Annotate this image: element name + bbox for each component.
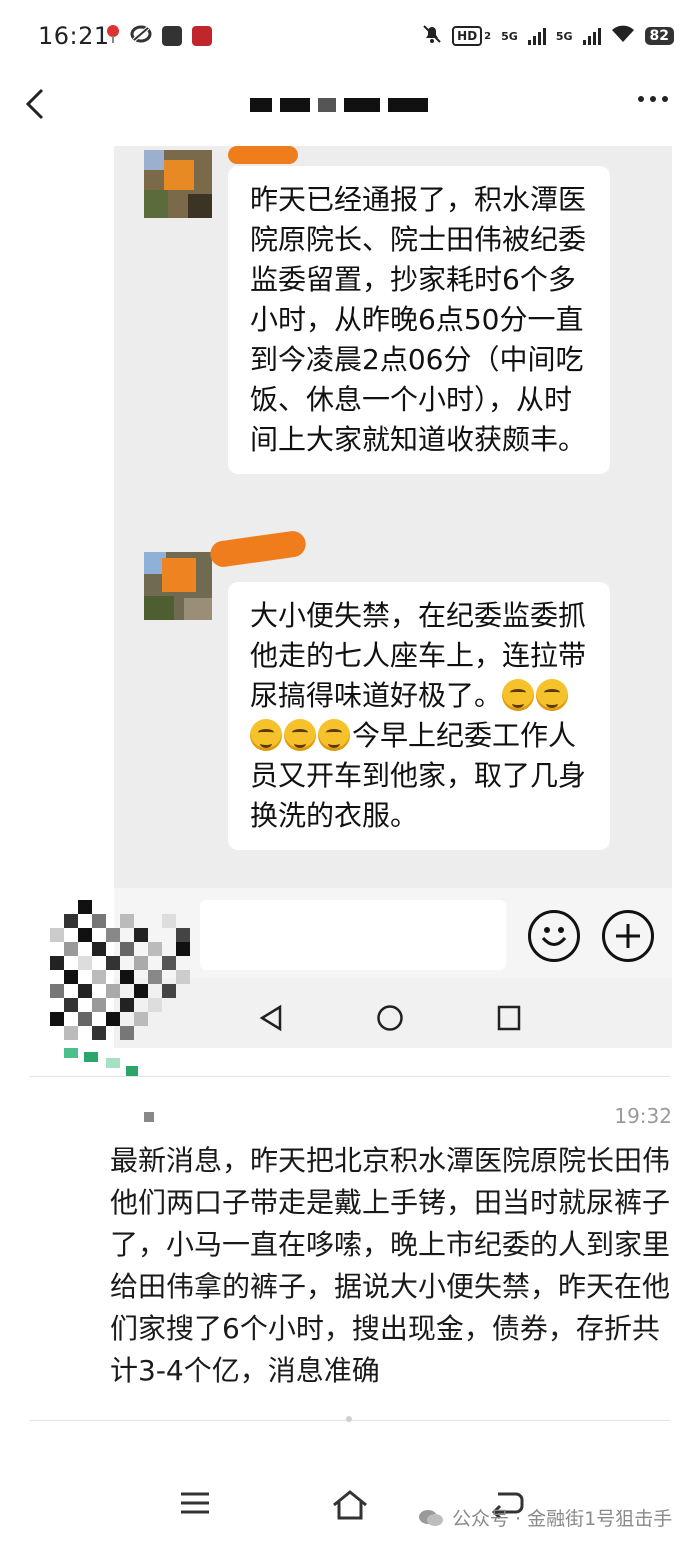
smiley-icon: [541, 927, 567, 946]
notification-icons: [106, 24, 212, 48]
plus-circle-icon: [616, 924, 640, 948]
thinking-emoji-icon: [284, 719, 316, 751]
location-pin-icon: [106, 24, 120, 48]
status-right: HD 2 5G 5G 82: [422, 24, 674, 48]
divider: [30, 1076, 670, 1077]
battery-level: 82: [644, 27, 674, 45]
page-indicator-dot: [346, 1416, 352, 1422]
thinking-emoji-icon: [536, 679, 569, 711]
square-recent-icon: [496, 1004, 522, 1036]
pixelated-avatar: [44, 900, 194, 1080]
bank-app-icon: [192, 26, 212, 46]
mute-bell-icon: [422, 24, 442, 48]
link-app-icon: [130, 24, 152, 48]
hd-badge: HD: [452, 26, 483, 46]
watermark-text: 公众号 · 金融街1号狙击手: [452, 1508, 673, 1530]
hd-sub: 2: [484, 30, 492, 42]
thinking-emoji-icon: [250, 719, 282, 751]
chat-title-redacted: [250, 92, 460, 118]
sender-name-redacted: [228, 146, 298, 164]
circle-home-icon: [376, 1004, 404, 1036]
menu-icon: [181, 1492, 209, 1514]
thinking-emoji-icon: [502, 679, 535, 711]
wifi-icon: [611, 25, 635, 47]
message-text: 昨天已经通报了，积水潭医院原院长、院士田伟被纪委监委留置，抄家耗时6个多小时，从…: [250, 183, 587, 456]
avatar: [144, 552, 212, 620]
watermark: 公众号 · 金融街1号狙击手: [418, 1504, 672, 1531]
sim2-label: 5G: [555, 29, 573, 43]
triangle-back-icon: [258, 1004, 284, 1036]
more-dots-icon: [638, 96, 644, 102]
message-text: 最新消息，昨天把北京积水潭医院原院长田伟他们两口子带走是戴上手铐，田当时就尿裤子…: [110, 1144, 671, 1387]
chevron-left-icon: [25, 88, 44, 120]
home-icon: [333, 1490, 367, 1520]
emoji-button: [528, 910, 580, 962]
sim1-label: 5G: [501, 29, 518, 43]
sender-name-redacted: [144, 1112, 154, 1122]
status-time: 16:21: [38, 22, 110, 50]
avatar: [144, 150, 212, 218]
chat-bubble: 大小便失禁，在纪委监委抓他走的七人座车上，连拉带尿搞得味道好极了。今早上纪委工作…: [228, 582, 610, 850]
wechat-logo-icon: [419, 1509, 443, 1526]
embedded-text-input: [200, 900, 506, 970]
back-button[interactable]: [22, 86, 52, 122]
message-time: 19:32: [614, 1104, 672, 1128]
signal-2-icon: [582, 27, 601, 45]
chat-bubble: 昨天已经通报了，积水潭医院原院长、院士田伟被纪委监委留置，抄家耗时6个多小时，从…: [228, 166, 610, 474]
signal-1-icon: [527, 27, 546, 45]
thinking-emoji-icon: [318, 719, 350, 751]
mail-app-icon: [162, 26, 182, 46]
plus-button: [602, 910, 654, 962]
menu-button[interactable]: [178, 1488, 212, 1522]
home-button[interactable]: [330, 1488, 370, 1526]
more-button[interactable]: [638, 96, 668, 102]
